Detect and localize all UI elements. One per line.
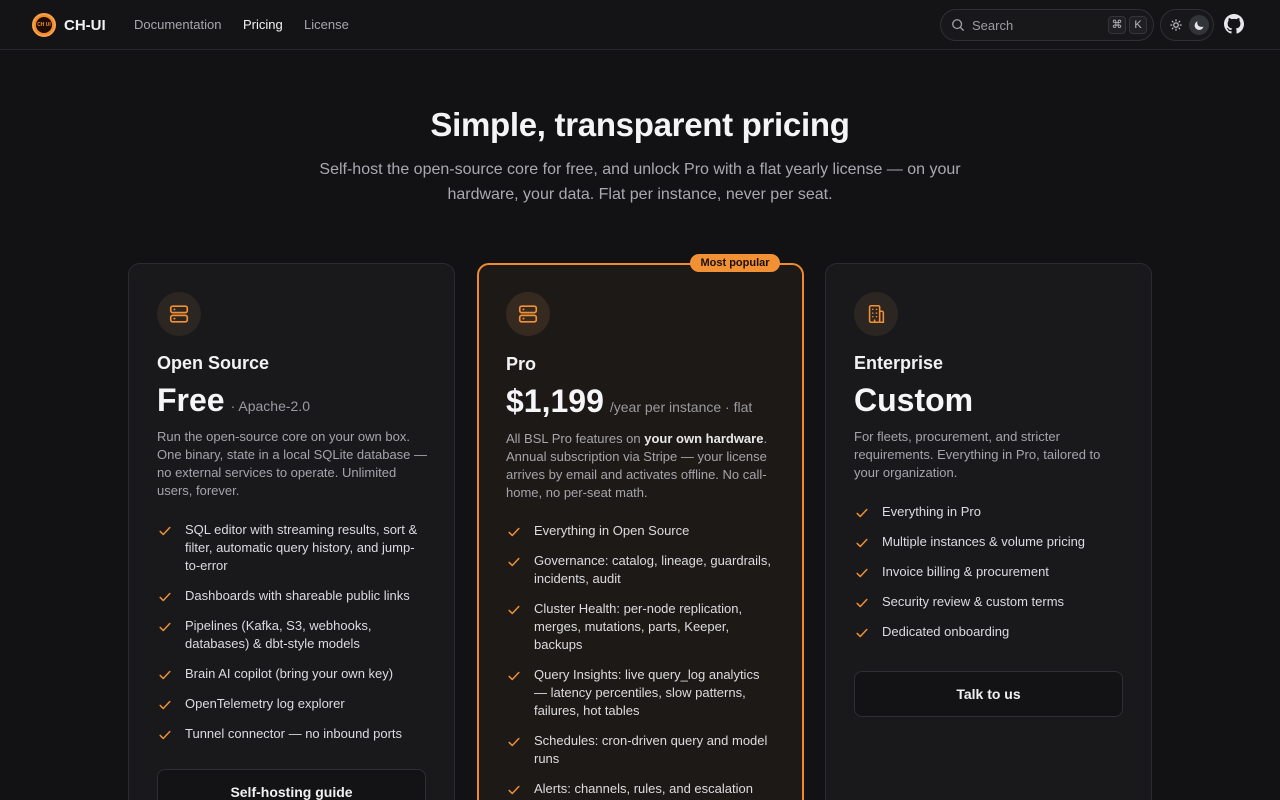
check-icon — [856, 628, 868, 638]
check-icon — [159, 730, 171, 740]
feature-item: Security review & custom terms — [854, 593, 1124, 611]
plan-description: All BSL Pro features on your own hardwar… — [506, 431, 768, 500]
check-icon — [856, 568, 868, 578]
price-value: Free — [157, 382, 225, 418]
plan-price: Custom — [854, 382, 974, 418]
feature-list: SQL editor with streaming results, sort … — [157, 521, 427, 755]
check-icon — [508, 527, 520, 537]
page-subtitle: Self-host the open-source core for free,… — [319, 161, 961, 203]
feature-item: Query Insights: live query_log analytics… — [506, 666, 776, 720]
check-icon — [856, 508, 868, 518]
check-icon — [508, 671, 520, 681]
feature-item: Dedicated onboarding — [854, 623, 1124, 641]
theme-toggle[interactable] — [1160, 9, 1214, 41]
moon-icon — [1194, 21, 1204, 30]
ch-ui-logo-icon: CH UI — [32, 13, 56, 37]
feature-item: Governance: catalog, lineage, guardrails… — [506, 552, 776, 588]
feature-item: Everything in Pro — [854, 503, 1124, 521]
feature-list: Everything in Pro Multiple instances & v… — [854, 503, 1124, 653]
top-nav: CH UI CH-UI Documentation Pricing Licens… — [0, 0, 1280, 50]
server-icon — [518, 305, 538, 323]
price-value: $1,199 — [506, 383, 604, 419]
check-icon — [508, 737, 520, 747]
plan-icon-badge — [854, 292, 898, 336]
plan-name: Pro — [506, 354, 537, 374]
dark-mode-button[interactable] — [1189, 15, 1209, 35]
feature-item: OpenTelemetry log explorer — [157, 695, 427, 713]
plan-card-pro: Pro $1,199/year per instance · flat All … — [477, 263, 804, 800]
plan-price: Free · Apache-2.0 — [157, 382, 310, 419]
plan-description: For fleets, procurement, and stricter re… — [854, 429, 1101, 480]
feature-item: Cluster Health: per-node replication, me… — [506, 600, 776, 654]
check-icon — [159, 592, 171, 602]
price-suffix: · Apache-2.0 — [230, 398, 310, 414]
feature-item: Alerts: channels, rules, and escalation — [506, 780, 776, 798]
check-icon — [159, 700, 171, 710]
feature-item: SQL editor with streaming results, sort … — [157, 521, 427, 575]
price-suffix: /year per instance · flat — [609, 399, 753, 415]
plan-icon-badge — [506, 292, 550, 336]
nav-link-documentation[interactable]: Documentation — [134, 17, 221, 32]
brand-link[interactable]: CH UI CH-UI — [32, 13, 106, 37]
sun-icon — [1170, 19, 1182, 31]
nav-link-license[interactable]: License — [304, 17, 349, 32]
check-icon — [508, 785, 520, 795]
feature-item: Invoice billing & procurement — [854, 563, 1124, 581]
server-icon — [169, 305, 189, 323]
plan-price: $1,199/year per instance · flat — [506, 383, 752, 420]
shortcut-cmd-key: ⌘ — [1108, 16, 1126, 34]
github-icon[interactable] — [1224, 14, 1244, 34]
plan-card-open-source: Open Source Free · Apache-2.0 Run the ope… — [128, 263, 455, 800]
check-icon — [508, 557, 520, 567]
check-icon — [159, 670, 171, 680]
brand-name: CH-UI — [64, 16, 106, 34]
feature-item: Schedules: cron-driven query and model r… — [506, 732, 776, 768]
talk-to-us-button[interactable]: Talk to us — [854, 671, 1123, 717]
shortcut-k-key: K — [1129, 16, 1147, 34]
feature-item: Multiple instances & volume pricing — [854, 533, 1124, 551]
plan-icon-badge — [157, 292, 201, 336]
plan-name: Enterprise — [854, 353, 944, 373]
plan-name: Open Source — [157, 353, 270, 373]
check-icon — [508, 605, 520, 615]
plan-description: Run the open-source core on your own box… — [157, 429, 428, 498]
search-icon — [952, 19, 964, 31]
self-hosting-guide-button[interactable]: Self-hosting guide — [157, 769, 426, 800]
search-label: Search — [972, 18, 1014, 33]
check-icon — [159, 622, 171, 632]
nav-link-pricing[interactable]: Pricing — [243, 17, 283, 32]
feature-list: Everything in Open Source Governance: ca… — [506, 522, 776, 800]
check-icon — [856, 598, 868, 608]
feature-item: Brain AI copilot (bring your own key) — [157, 665, 427, 683]
most-popular-badge: Most popular — [690, 254, 780, 272]
feature-item: Pipelines (Kafka, S3, webhooks, database… — [157, 617, 427, 653]
search-button[interactable]: Search ⌘ K — [940, 9, 1154, 41]
plan-card-enterprise: Enterprise Custom For fleets, procuremen… — [825, 263, 1152, 800]
feature-item: Dashboards with shareable public links — [157, 587, 427, 605]
feature-item: Everything in Open Source — [506, 522, 776, 540]
check-icon — [856, 538, 868, 548]
light-mode-button[interactable] — [1166, 15, 1186, 35]
feature-item: Tunnel connector — no inbound ports — [157, 725, 427, 743]
check-icon — [159, 526, 171, 536]
building-icon — [868, 304, 885, 324]
page-title: Simple, transparent pricing — [430, 106, 850, 143]
